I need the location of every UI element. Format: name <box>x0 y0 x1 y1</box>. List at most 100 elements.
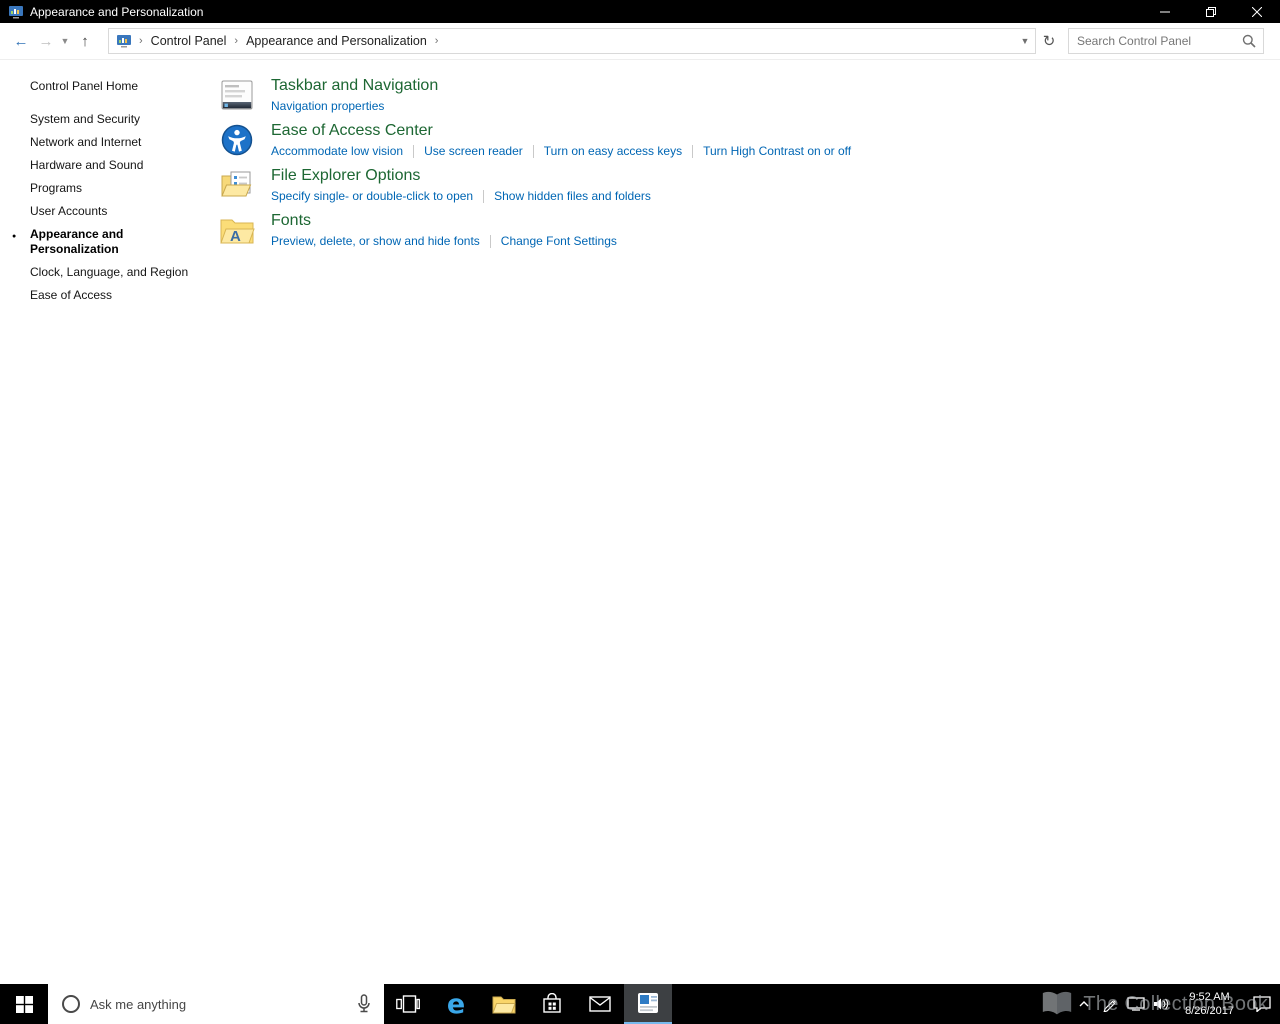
sidebar-item-control-panel-home[interactable]: Control Panel Home <box>0 75 205 98</box>
volume-button[interactable] <box>1149 984 1175 1024</box>
mail-icon <box>589 996 611 1012</box>
task-accommodate-low-vision[interactable]: Accommodate low vision <box>271 144 403 158</box>
edge-icon: e <box>447 991 465 1018</box>
file-explorer-options-icon[interactable] <box>219 167 255 203</box>
task-change-font-settings[interactable]: Change Font Settings <box>501 234 617 248</box>
restore-icon <box>1206 7 1216 17</box>
show-hidden-icons-button[interactable] <box>1071 984 1097 1024</box>
task-separator <box>490 235 491 248</box>
category-tasks: Specify single- or double-click to open … <box>271 189 651 203</box>
speaker-icon <box>1153 996 1171 1012</box>
network-icon <box>1127 997 1145 1011</box>
edge-button[interactable]: e <box>432 984 480 1024</box>
task-separator <box>533 145 534 158</box>
category-tasks: Preview, delete, or show and hide fonts … <box>271 234 617 248</box>
windows-logo-icon <box>16 996 33 1013</box>
sidebar-item-hardware-and-sound[interactable]: Hardware and Sound <box>0 154 205 177</box>
microphone-icon[interactable] <box>356 994 372 1014</box>
task-specify-single-or-double-click[interactable]: Specify single- or double-click to open <box>271 189 473 203</box>
taskbar-and-navigation-icon[interactable] <box>219 77 255 113</box>
network-button[interactable] <box>1123 984 1149 1024</box>
category-tasks: Accommodate low vision Use screen reader… <box>271 144 851 158</box>
task-separator <box>483 190 484 203</box>
window-controls <box>1142 0 1280 23</box>
sidebar-item-network-and-internet[interactable]: Network and Internet <box>0 131 205 154</box>
task-use-screen-reader[interactable]: Use screen reader <box>424 144 523 158</box>
category-tasks: Navigation properties <box>271 99 438 113</box>
windows-ink-button[interactable] <box>1097 984 1123 1024</box>
taskbar-clock[interactable]: 9:52 AM 8/26/2017 <box>1175 990 1244 1018</box>
sidebar-item-system-and-security[interactable]: System and Security <box>0 108 205 131</box>
category-text: Fonts Preview, delete, or show and hide … <box>271 211 617 248</box>
clock-date: 8/26/2017 <box>1185 1004 1234 1018</box>
file-explorer-icon <box>492 994 516 1014</box>
sidebar-item-ease-of-access[interactable]: Ease of Access <box>0 284 205 307</box>
task-show-hidden-files-and-folders[interactable]: Show hidden files and folders <box>494 189 651 203</box>
close-icon <box>1252 7 1262 17</box>
breadcrumb-chevron-icon[interactable]: › <box>430 35 444 47</box>
up-button[interactable]: ↑ <box>72 33 98 50</box>
window-title: Appearance and Personalization <box>30 5 203 19</box>
active-bullet-icon: ● <box>12 229 16 244</box>
category-fonts: A Fonts Preview, delete, or show and hid… <box>219 211 1280 248</box>
mail-button[interactable] <box>576 984 624 1024</box>
titlebar: Appearance and Personalization <box>0 0 1280 23</box>
file-explorer-button[interactable] <box>480 984 528 1024</box>
sidebar-item-programs[interactable]: Programs <box>0 177 205 200</box>
task-separator <box>413 145 414 158</box>
clock-time: 9:52 AM <box>1185 990 1234 1004</box>
category-file-explorer-options: File Explorer Options Specify single- or… <box>219 166 1280 203</box>
action-center-button[interactable] <box>1244 984 1280 1024</box>
active-app-icon <box>637 992 659 1014</box>
main-content: Taskbar and Navigation Navigation proper… <box>205 61 1280 984</box>
ease-of-access-center-icon[interactable] <box>219 122 255 158</box>
category-text: File Explorer Options Specify single- or… <box>271 166 651 203</box>
breadcrumb-control-panel[interactable]: Control Panel <box>148 32 230 50</box>
store-button[interactable] <box>528 984 576 1024</box>
pen-icon <box>1102 996 1118 1012</box>
minimize-button[interactable] <box>1142 0 1188 23</box>
cortana-icon <box>60 993 82 1015</box>
back-button[interactable]: ← <box>8 33 34 50</box>
task-view-icon <box>396 995 420 1013</box>
task-turn-on-easy-access-keys[interactable]: Turn on easy access keys <box>544 144 682 158</box>
control-panel-search[interactable] <box>1068 28 1264 54</box>
sidebar-item-clock-language-region[interactable]: Clock, Language, and Region <box>0 261 205 284</box>
address-dropdown-icon[interactable]: ▼ <box>1015 36 1035 46</box>
category-title-taskbar-and-navigation[interactable]: Taskbar and Navigation <box>271 77 438 95</box>
address-bar[interactable]: › Control Panel › Appearance and Persona… <box>108 28 1036 54</box>
fonts-icon[interactable]: A <box>219 212 255 248</box>
category-taskbar-and-navigation: Taskbar and Navigation Navigation proper… <box>219 76 1280 113</box>
refresh-button[interactable]: ↻ <box>1036 28 1062 54</box>
close-button[interactable] <box>1234 0 1280 23</box>
cortana-search-box[interactable] <box>48 984 384 1024</box>
category-ease-of-access-center: Ease of Access Center Accommodate low vi… <box>219 121 1280 158</box>
forward-button[interactable]: → <box>34 33 58 50</box>
control-panel-icon <box>116 33 132 49</box>
restore-button[interactable] <box>1188 0 1234 23</box>
system-tray: 9:52 AM 8/26/2017 <box>1071 984 1280 1024</box>
category-text: Taskbar and Navigation Navigation proper… <box>271 76 438 113</box>
category-title-file-explorer-options[interactable]: File Explorer Options <box>271 167 651 185</box>
search-icon[interactable] <box>1242 34 1256 48</box>
category-title-ease-of-access-center[interactable]: Ease of Access Center <box>271 122 851 140</box>
task-view-button[interactable] <box>384 984 432 1024</box>
category-title-fonts[interactable]: Fonts <box>271 212 617 230</box>
task-navigation-properties[interactable]: Navigation properties <box>271 99 384 113</box>
search-input[interactable] <box>1069 34 1240 48</box>
breadcrumb-appearance-personalization[interactable]: Appearance and Personalization <box>243 32 430 50</box>
category-text: Ease of Access Center Accommodate low vi… <box>271 121 851 158</box>
task-preview-delete-show-hide-fonts[interactable]: Preview, delete, or show and hide fonts <box>271 234 480 248</box>
sidebar-gap <box>0 98 205 108</box>
navigation-bar: ← → ▼ ↑ › Control Panel › Appearance and… <box>0 23 1280 60</box>
active-app-button[interactable] <box>624 984 672 1024</box>
start-button[interactable] <box>0 984 48 1024</box>
sidebar-item-appearance-and-personalization[interactable]: ● Appearance and Personalization <box>0 223 205 261</box>
sidebar-item-user-accounts[interactable]: User Accounts <box>0 200 205 223</box>
cortana-search-input[interactable] <box>90 997 352 1012</box>
breadcrumb-chevron-icon[interactable]: › <box>229 35 243 47</box>
history-dropdown-icon[interactable]: ▼ <box>58 36 72 46</box>
task-turn-high-contrast-on-or-off[interactable]: Turn High Contrast on or off <box>703 144 851 158</box>
chevron-up-icon <box>1078 999 1090 1009</box>
breadcrumb-chevron-icon[interactable]: › <box>134 35 148 47</box>
